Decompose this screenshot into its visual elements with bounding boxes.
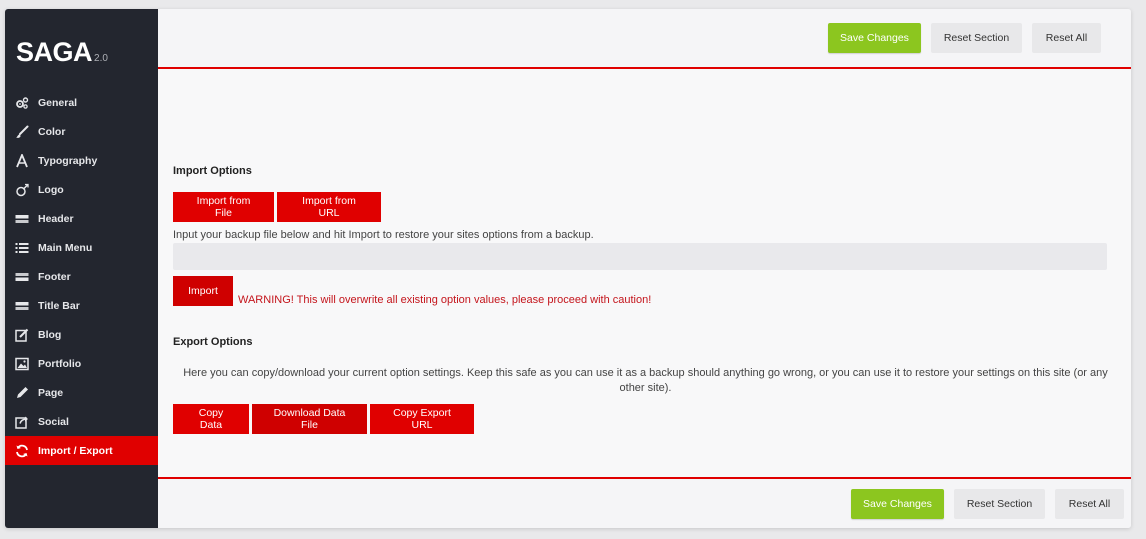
top-toolbar: Save Changes Reset Section Reset All xyxy=(158,9,1131,69)
sidebar-item-typography[interactable]: Typography xyxy=(5,146,158,175)
logo: SAGA 2.0 xyxy=(16,37,108,68)
download-data-file-button[interactable]: Download Data File xyxy=(252,404,367,434)
sidebar-item-label: Import / Export xyxy=(38,444,113,457)
export-description: Here you can copy/download your current … xyxy=(183,367,1108,394)
export-options-title: Export Options xyxy=(173,336,253,348)
sidebar-item-logo[interactable]: Logo xyxy=(5,175,158,204)
sidebar-item-general[interactable]: General xyxy=(5,88,158,117)
refresh-icon xyxy=(15,444,29,458)
sidebar-item-color[interactable]: Color xyxy=(5,117,158,146)
reset-section-button-bottom[interactable]: Reset Section xyxy=(954,489,1045,519)
list-icon xyxy=(15,241,29,255)
logo-text: SAGA xyxy=(16,37,93,67)
reset-all-button-bottom[interactable]: Reset All xyxy=(1055,489,1124,519)
reset-all-button[interactable]: Reset All xyxy=(1032,23,1101,53)
edit-icon xyxy=(15,328,29,342)
sidebar-item-blog[interactable]: Blog xyxy=(5,320,158,349)
sidebar-item-footer[interactable]: Footer xyxy=(5,262,158,291)
sidebar-item-title-bar[interactable]: Title Bar xyxy=(5,291,158,320)
sidebar-item-page[interactable]: Page xyxy=(5,378,158,407)
sidebar-item-header[interactable]: Header xyxy=(5,204,158,233)
gears-icon xyxy=(15,96,29,110)
import-description: Input your backup file below and hit Imp… xyxy=(173,229,594,241)
sidebar-item-label: Header xyxy=(38,212,74,225)
sidebar-item-social[interactable]: Social xyxy=(5,407,158,436)
bottom-toolbar: Save Changes Reset Section Reset All xyxy=(158,477,1131,528)
sidebar-nav: General Color Typography Logo Header Mai… xyxy=(5,88,158,465)
import-textarea[interactable] xyxy=(173,243,1107,270)
sidebar-item-label: Title Bar xyxy=(38,299,80,312)
sidebar-item-label: Typography xyxy=(38,154,98,167)
save-button-bottom[interactable]: Save Changes xyxy=(851,489,944,519)
sidebar-item-label: Main Menu xyxy=(38,241,93,254)
sidebar-item-label: Logo xyxy=(38,183,64,196)
sidebar-item-label: Social xyxy=(38,415,69,428)
main-content: Import Options Import from File Import f… xyxy=(158,71,1131,477)
logo-icon xyxy=(15,183,29,197)
share-icon xyxy=(15,415,29,429)
sidebar-item-portfolio[interactable]: Portfolio xyxy=(5,349,158,378)
sidebar-item-label: Page xyxy=(38,386,64,399)
sidebar: SAGA 2.0 General Color Typography Logo H… xyxy=(5,9,158,528)
import-from-url-button[interactable]: Import from URL xyxy=(277,192,381,222)
import-warning: WARNING! This will overwrite all existin… xyxy=(238,294,652,306)
footer-icon xyxy=(15,270,29,284)
font-icon xyxy=(15,153,29,168)
copy-export-url-button[interactable]: Copy Export URL xyxy=(370,404,474,434)
image-icon xyxy=(15,357,29,371)
sidebar-item-label: Footer xyxy=(38,270,71,283)
sidebar-item-label: General xyxy=(38,96,78,109)
pencil-icon xyxy=(15,386,29,400)
sidebar-item-label: Blog xyxy=(38,328,62,341)
sidebar-item-import-export[interactable]: Import / Export xyxy=(5,436,158,465)
header-icon xyxy=(15,212,29,226)
import-from-file-button[interactable]: Import from File xyxy=(173,192,274,222)
options-panel: SAGA 2.0 General Color Typography Logo H… xyxy=(5,9,1131,528)
import-options-title: Import Options xyxy=(173,165,252,177)
brush-icon xyxy=(15,125,29,139)
import-button[interactable]: Import xyxy=(173,276,233,306)
save-button[interactable]: Save Changes xyxy=(828,23,921,53)
logo-version: 2.0 xyxy=(94,53,108,64)
sidebar-item-label: Portfolio xyxy=(38,357,82,370)
reset-section-button[interactable]: Reset Section xyxy=(931,23,1022,53)
sidebar-item-main-menu[interactable]: Main Menu xyxy=(5,233,158,262)
copy-data-button[interactable]: Copy Data xyxy=(173,404,249,434)
sidebar-item-label: Color xyxy=(38,125,66,138)
titlebar-icon xyxy=(15,299,29,313)
